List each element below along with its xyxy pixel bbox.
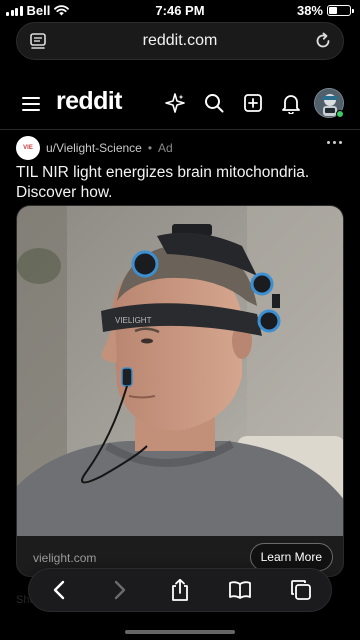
- learn-more-button[interactable]: Learn More: [249, 543, 333, 571]
- ad-domain[interactable]: vielight.com: [33, 551, 96, 565]
- reddit-header: reddit: [0, 80, 360, 128]
- tabs-button[interactable]: [281, 572, 321, 608]
- share-button[interactable]: [160, 572, 200, 608]
- header-divider: [0, 129, 360, 130]
- url-text[interactable]: reddit.com: [143, 32, 218, 50]
- battery-level: [329, 7, 337, 14]
- reader-icon[interactable]: [29, 32, 47, 50]
- sparkle-icon[interactable]: [164, 92, 186, 114]
- reddit-logo[interactable]: reddit: [56, 87, 122, 116]
- ad-image[interactable]: VIELIGHT: [17, 206, 344, 536]
- menu-icon[interactable]: [22, 96, 40, 112]
- advertiser-avatar-text: VIE: [23, 145, 33, 151]
- forward-icon: [114, 580, 125, 600]
- ad-card[interactable]: VIELIGHT vielight.com Learn More: [16, 205, 344, 577]
- address-bar[interactable]: reddit.com: [16, 22, 344, 60]
- tabs-icon: [290, 580, 311, 600]
- post-title[interactable]: TIL NIR light energizes brain mitochondr…: [16, 163, 346, 203]
- share-icon: [172, 578, 188, 601]
- browser-toolbar: [28, 568, 332, 612]
- back-icon: [53, 580, 65, 600]
- meta-separator: •: [147, 141, 153, 155]
- battery-percent: 38%: [296, 3, 323, 18]
- online-status-dot: [336, 110, 344, 118]
- post-username[interactable]: u/Vielight-Science: [46, 141, 142, 155]
- ad-label: Ad: [158, 141, 173, 155]
- status-bar: Bell 7:46 PM 38%: [0, 0, 360, 20]
- bookmarks-icon: [229, 581, 252, 599]
- home-indicator: [125, 630, 235, 634]
- bookmarks-button[interactable]: [220, 572, 260, 608]
- back-button[interactable]: [39, 572, 79, 608]
- battery-cap: [352, 8, 354, 13]
- headset-brand-text: VIELIGHT: [115, 316, 152, 325]
- advertiser-avatar[interactable]: VIE: [16, 136, 40, 160]
- search-icon[interactable]: [203, 92, 225, 114]
- forward-button[interactable]: [100, 572, 140, 608]
- notification-bell-icon[interactable]: [280, 92, 302, 114]
- status-right: 38%: [297, 3, 354, 18]
- reload-icon[interactable]: [313, 31, 333, 51]
- battery-icon: [327, 5, 351, 16]
- post-meta: VIE u/Vielight-Science • Ad: [16, 136, 173, 160]
- create-post-icon[interactable]: [242, 92, 264, 114]
- more-options-icon[interactable]: [327, 141, 342, 144]
